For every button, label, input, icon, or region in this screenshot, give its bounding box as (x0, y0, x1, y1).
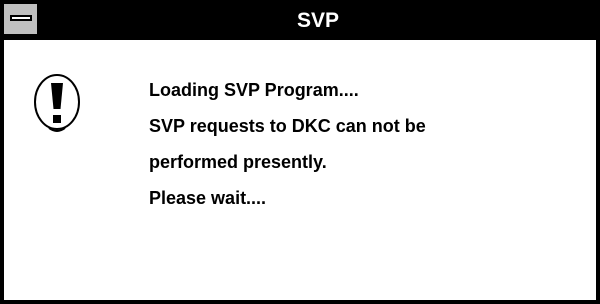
message-text: Loading SVP Program.... SVP requests to … (149, 80, 426, 224)
title-bar-divider (4, 38, 596, 40)
message-line: SVP requests to DKC can not be (149, 116, 426, 136)
svp-dialog-window: SVP Loading SVP Program.... SVP requests… (0, 0, 600, 304)
message-line: performed presently. (149, 152, 327, 172)
system-menu-button[interactable] (4, 4, 40, 36)
title-bar[interactable]: SVP (4, 4, 596, 38)
exclamation-icon (32, 72, 82, 134)
message-line: Please wait.... (149, 188, 267, 208)
system-menu-icon (10, 15, 32, 21)
window-title: SVP (296, 9, 340, 32)
message-line: Loading SVP Program.... (149, 80, 359, 100)
